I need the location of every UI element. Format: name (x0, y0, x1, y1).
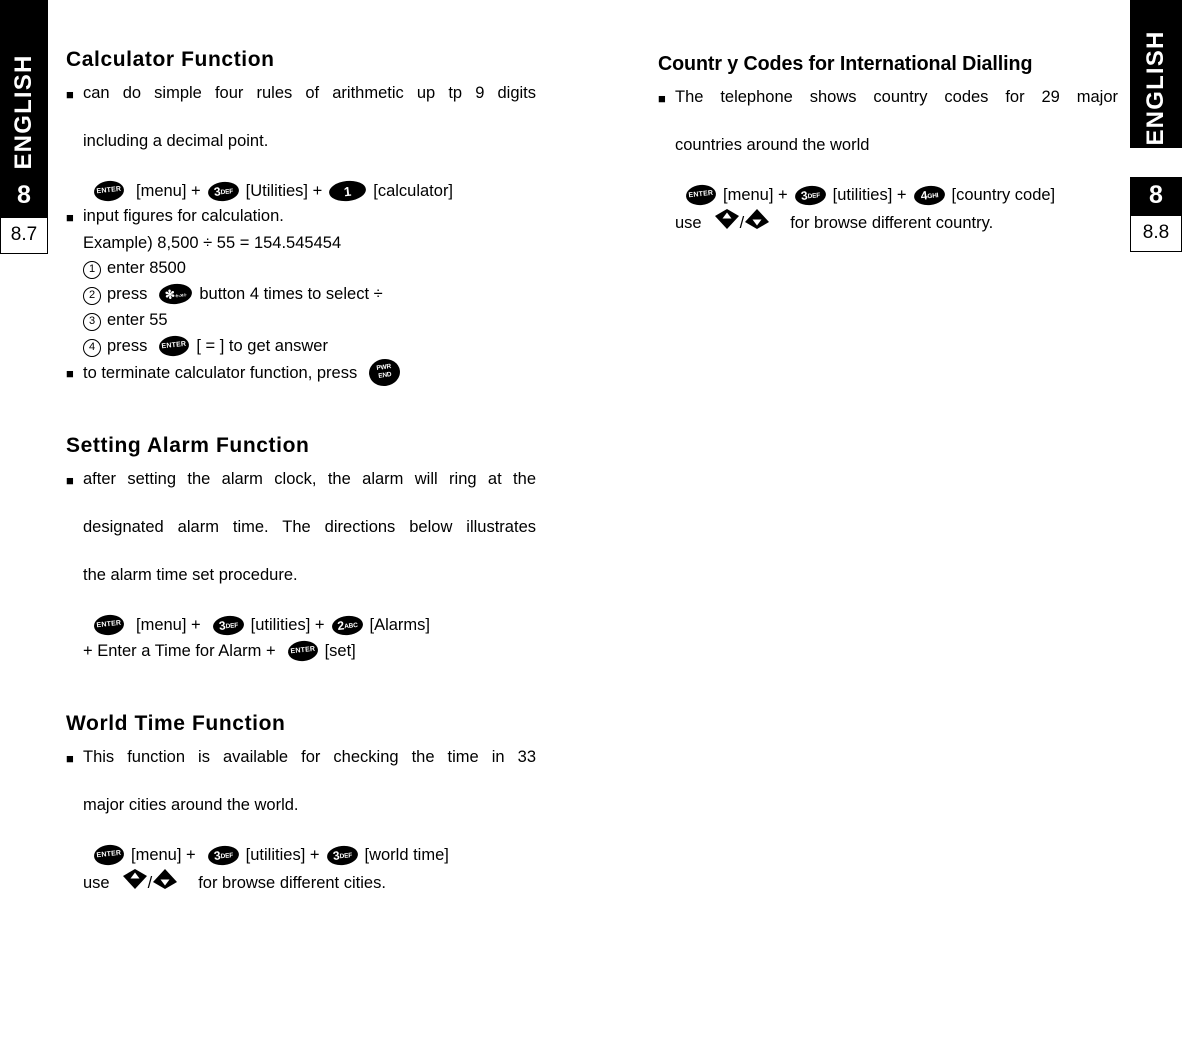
bullet-alarm-1-text: after setting the alarm clock, the alarm… (83, 467, 536, 611)
enter-key-icon: ENTER (286, 639, 319, 663)
key-4ghi-icon: 4GHI (912, 183, 946, 207)
bullet-marker-icon: ■ (66, 87, 74, 102)
power-end-key-icon: PWR END (367, 356, 402, 389)
keyline-label-utilities: [utilities] + (245, 846, 320, 864)
keyline-label-menu: [menu] + (136, 182, 201, 200)
calculator-example-line: Example) 8,500 ÷ 55 = 154.545454 (83, 234, 342, 252)
down-arrow-key-icon (744, 208, 770, 238)
keyline-label-browse-cities: for browse different cities. (198, 874, 386, 892)
left-column: Calculator Function ■ can do simple four… (66, 48, 536, 934)
text-line: This function is available for checking … (83, 748, 536, 766)
bullet-marker-icon: ■ (66, 473, 74, 488)
calculator-step-2: 2 press ✻+-×÷ button 4 times to select ÷ (83, 281, 536, 307)
down-arrow-key-icon (152, 868, 178, 898)
keyline-label-use: use (83, 874, 110, 892)
bullet-marker-icon: ■ (66, 210, 74, 225)
keyline-label-menu: [menu] + (723, 186, 788, 204)
bullet-country-1-text: The telephone shows country codes for 29… (675, 85, 1118, 181)
bullet-country-1: ■ The telephone shows country codes for … (658, 85, 1118, 181)
keyline-label-alarms: [Alarms] (369, 616, 431, 634)
section-world-time-function: World Time Function ■ This function is a… (66, 712, 536, 898)
keyline-label-utilities: [Utilities] + (245, 182, 323, 200)
key-3def-icon: 3DEF (325, 843, 359, 867)
keyline-label-country-code: [country code] (951, 186, 1056, 204)
keyline-country-path: ENTER [menu] + 3DEF [utilities] + 4GHI [… (685, 182, 1118, 208)
bullet-calculator-2: ■ input figures for calculation. (66, 204, 536, 230)
keyline-alarm-set: + Enter a Time for Alarm + ENTER [set] (83, 638, 536, 664)
bullet-marker-icon: ■ (66, 751, 74, 766)
page-body: Calculator Function ■ can do simple four… (0, 0, 1182, 1046)
step-number-circle: 2 (83, 287, 101, 305)
key-3def-icon: 3DEF (206, 843, 240, 867)
right-column: Countr y Codes for International Diallin… (658, 52, 1118, 274)
key-2abc-icon: 2ABC (330, 613, 364, 637)
step-4-text-before: press (107, 337, 148, 355)
bullet-calculator-2-text: input figures for calculation. (83, 207, 284, 225)
text-line: including a decimal point. (83, 132, 269, 150)
bullet-calculator-1-text: can do simple four rules of arithmetic u… (83, 81, 536, 177)
heading-world-time-function: World Time Function (66, 712, 286, 735)
keyline-label-utilities: [utilities] + (250, 616, 325, 634)
text-line: major cities around the world. (83, 796, 299, 814)
enter-key-icon: ENTER (158, 334, 191, 358)
up-arrow-key-icon (714, 208, 740, 238)
calculator-step-4: 4 press ENTER [ = ] to get answer (83, 333, 536, 359)
keyline-calculator-path: ENTER [menu] + 3DEF [Utilities] + 1 [cal… (93, 178, 536, 204)
key-1-icon: 1 (328, 179, 368, 203)
step-4-text-after: [ = ] to get answer (196, 337, 328, 355)
enter-key-icon: ENTER (93, 179, 125, 203)
bullet-marker-icon: ■ (66, 365, 74, 381)
keyline-alarm-path: ENTER [menu] + 3DEF [utilities] + 2ABC [… (93, 612, 536, 638)
text-line: can do simple four rules of arithmetic u… (83, 84, 536, 102)
keyline-country-browse: use / for browse different country. (675, 208, 1118, 238)
keyline-label-use: use (675, 214, 702, 232)
section-calculator-function: Calculator Function ■ can do simple four… (66, 48, 536, 389)
step-number-circle: 4 (83, 339, 101, 357)
keyline-label-menu: [menu] + (131, 846, 196, 864)
enter-key-icon: ENTER (93, 613, 125, 637)
heading-country-codes: Countr y Codes for International Diallin… (658, 52, 1033, 75)
calculator-step-1: 1 enter 8500 (83, 255, 536, 281)
heading-calculator-function: Calculator Function (66, 48, 275, 71)
bullet-calculator-3: ■ to terminate calculator function, pres… (66, 356, 536, 389)
enter-key-icon: ENTER (685, 183, 717, 207)
text-line: The telephone shows country codes for 29… (675, 88, 1118, 106)
key-3def-icon: 3DEF (206, 179, 240, 203)
step-3-text: enter 55 (107, 311, 168, 329)
up-arrow-key-icon (122, 868, 148, 898)
bullet-worldtime-1: ■ This function is available for checkin… (66, 745, 536, 841)
step-number-circle: 3 (83, 313, 101, 331)
star-key-icon: ✻+-×÷ (158, 282, 194, 306)
text-line: the alarm time set procedure. (83, 566, 298, 584)
bullet-calculator-3-row: to terminate calculator function, press … (83, 356, 536, 389)
keyline-worldtime-path: ENTER [menu] + 3DEF [utilities] + 3DEF [… (93, 842, 536, 868)
text-line: countries around the world (675, 136, 870, 154)
key-3def-icon: 3DEF (211, 613, 245, 637)
keyline-label-utilities: [utilities] + (832, 186, 907, 204)
text-line: after setting the alarm clock, the alarm… (83, 470, 536, 488)
step-1-text: enter 8500 (107, 259, 186, 277)
bullet-calculator-3-text: to terminate calculator function, press (83, 363, 358, 382)
key-3def-icon: 3DEF (793, 183, 827, 207)
step-number-circle: 1 (83, 261, 101, 279)
keyline-label-worldtime: [world time] (364, 846, 449, 864)
bullet-worldtime-1-text: This function is available for checking … (83, 745, 536, 841)
bullet-alarm-1: ■ after setting the alarm clock, the ala… (66, 467, 536, 611)
heading-setting-alarm-function: Setting Alarm Function (66, 434, 310, 457)
step-2-text-before: press (107, 285, 148, 303)
text-line: designated alarm time. The directions be… (83, 518, 536, 536)
step-2-text-after: button 4 times to select ÷ (199, 285, 383, 303)
keyline-label-enter-time: + Enter a Time for Alarm + (83, 642, 276, 660)
keyline-worldtime-browse: use / for browse different cities. (83, 868, 536, 898)
bullet-marker-icon: ■ (658, 91, 666, 106)
bullet-calculator-1: ■ can do simple four rules of arithmetic… (66, 81, 536, 177)
keyline-label-set: [set] (324, 642, 356, 660)
section-country-codes: Countr y Codes for International Diallin… (658, 52, 1118, 238)
keyline-label-menu: [menu] + (136, 616, 201, 634)
enter-key-icon: ENTER (93, 843, 125, 867)
section-setting-alarm-function: Setting Alarm Function ■ after setting t… (66, 434, 536, 664)
calculator-step-3: 3 enter 55 (83, 307, 536, 333)
keyline-label-calculator: [calculator] (373, 182, 454, 200)
keyline-label-browse-country: for browse different country. (790, 214, 994, 232)
